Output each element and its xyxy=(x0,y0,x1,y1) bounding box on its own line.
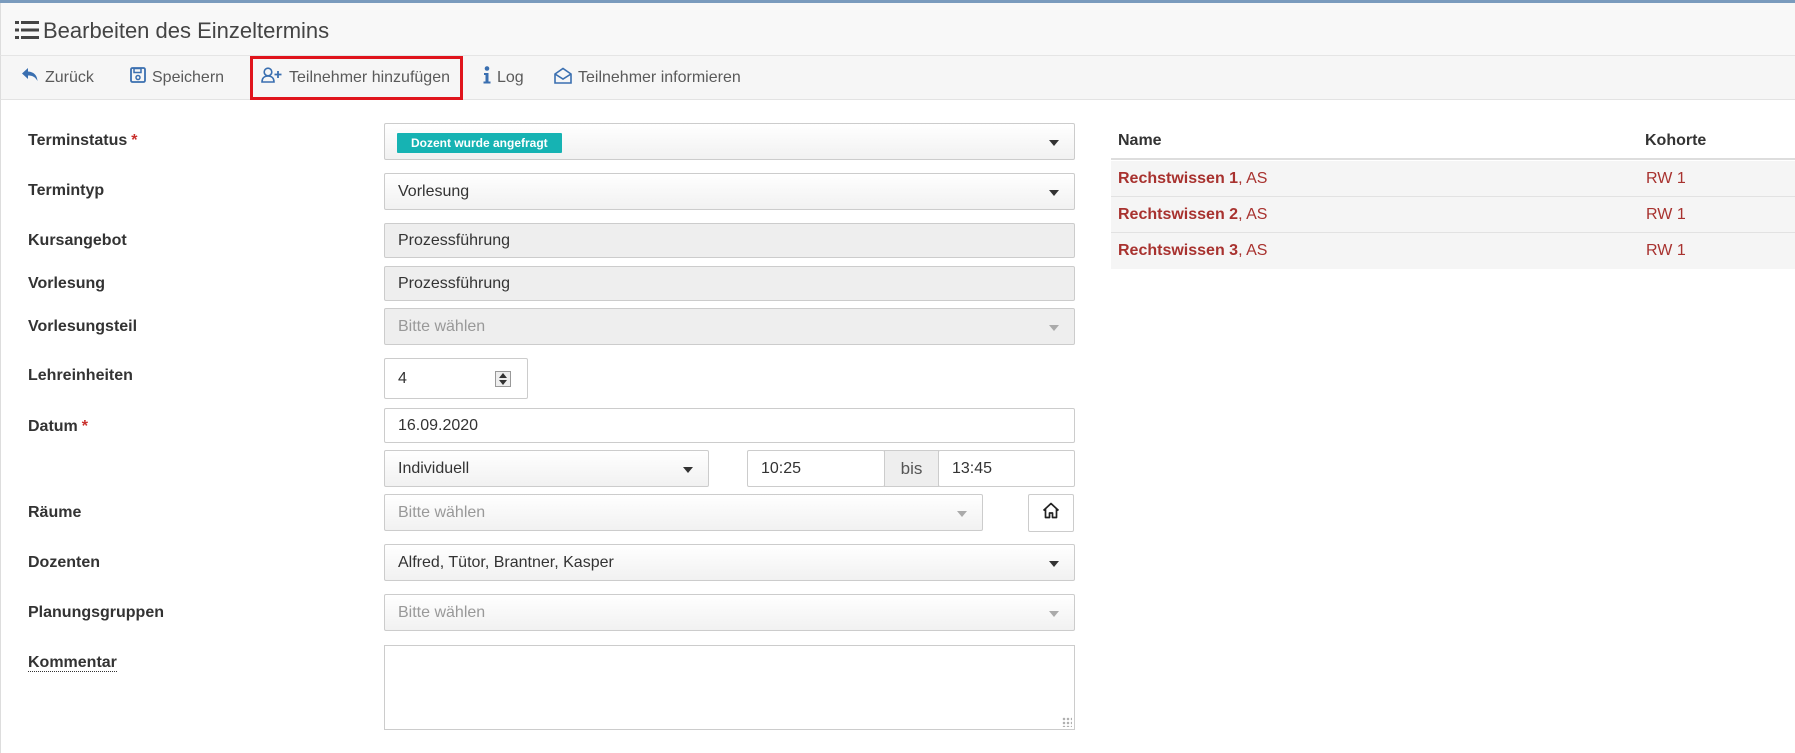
time-from-input[interactable]: 10:25 xyxy=(747,450,885,487)
vorlesungsteil-select: Bitte wählen xyxy=(384,308,1075,345)
chevron-down-icon xyxy=(683,467,693,473)
highlight-box xyxy=(250,56,463,100)
info-icon xyxy=(483,66,491,89)
terminstatus-label: Terminstatus * xyxy=(28,132,138,149)
resize-handle-icon[interactable] xyxy=(1062,717,1072,727)
time-to-value: 13:45 xyxy=(952,460,993,477)
save-button[interactable]: Speichern xyxy=(130,56,224,99)
spinner-arrows-icon[interactable] xyxy=(495,371,511,387)
planungsgruppen-label: Planungsgruppen xyxy=(28,604,164,621)
lehreinheiten-value: 4 xyxy=(398,370,407,387)
datum-label: Datum * xyxy=(28,418,89,435)
chevron-down-icon xyxy=(1049,190,1059,196)
kommentar-textarea[interactable] xyxy=(384,645,1075,730)
inform-label: Teilnehmer informieren xyxy=(578,68,741,86)
time-separator: bis xyxy=(884,450,939,487)
back-label: Zurück xyxy=(45,68,94,86)
time-from-value: 10:25 xyxy=(761,460,802,477)
inform-participants-button[interactable]: Teilnehmer informieren xyxy=(554,56,741,99)
termintyp-select[interactable]: Vorlesung xyxy=(384,173,1075,210)
kursangebot-label: Kursangebot xyxy=(28,232,127,249)
page-title: Bearbeiten des Einzeltermins xyxy=(43,18,330,43)
envelope-open-icon xyxy=(554,67,572,89)
list-icon xyxy=(15,20,39,45)
lehreinheiten-stepper[interactable]: 4 xyxy=(384,358,528,399)
table-row: Rechstwissen 1, AS RW 1 xyxy=(1111,161,1795,197)
time-mode-value: Individuell xyxy=(398,460,470,477)
kommentar-label: Kommentar xyxy=(28,654,117,672)
kursangebot-field: Prozessführung xyxy=(384,223,1075,258)
terminstatus-select[interactable]: Dozent wurde angefragt xyxy=(384,123,1075,160)
planungsgruppen-placeholder: Bitte wählen xyxy=(398,604,486,621)
vorlesung-label: Vorlesung xyxy=(28,275,106,292)
raeume-placeholder: Bitte wählen xyxy=(398,504,486,521)
back-button[interactable]: Zurück xyxy=(21,56,94,99)
chevron-down-icon xyxy=(1049,325,1059,331)
participants-table-header: Name Kohorte xyxy=(1111,124,1795,160)
dozenten-label: Dozenten xyxy=(28,554,100,571)
vorlesung-value: Prozessführung xyxy=(398,275,511,292)
log-button[interactable]: Log xyxy=(483,56,524,99)
lehreinheiten-label: Lehreinheiten xyxy=(28,367,133,384)
chevron-down-icon xyxy=(1049,611,1059,617)
chevron-down-icon xyxy=(1049,140,1059,146)
vorlesungsteil-placeholder: Bitte wählen xyxy=(398,318,486,335)
vorlesungsteil-label: Vorlesungsteil xyxy=(28,318,138,335)
room-home-button[interactable] xyxy=(1028,494,1074,532)
termintyp-value: Vorlesung xyxy=(398,183,470,200)
reply-arrow-icon xyxy=(21,67,39,88)
chevron-down-icon xyxy=(1049,561,1059,567)
column-header-kohorte: Kohorte xyxy=(1645,132,1707,149)
termintyp-label: Termintyp xyxy=(28,182,105,199)
log-label: Log xyxy=(497,68,524,86)
home-icon xyxy=(1042,502,1060,524)
raeume-select[interactable]: Bitte wählen xyxy=(384,494,983,531)
left-border xyxy=(0,100,1,753)
dozenten-select[interactable]: Alfred, Tütor, Brantner, Kasper xyxy=(384,544,1075,581)
dozenten-value: Alfred, Tütor, Brantner, Kasper xyxy=(398,554,614,571)
page-header: Bearbeiten des Einzeltermins xyxy=(0,3,1795,56)
cohort-link[interactable]: RW 1 xyxy=(1646,206,1686,224)
participant-name-link[interactable]: Rechtswissen 3, AS xyxy=(1118,242,1267,260)
datum-value: 16.09.2020 xyxy=(398,417,479,434)
time-to-input[interactable]: 13:45 xyxy=(938,450,1075,487)
participant-name-link[interactable]: Rechtswissen 2, AS xyxy=(1118,206,1267,224)
vorlesung-field: Prozessführung xyxy=(384,266,1075,301)
planungsgruppen-select[interactable]: Bitte wählen xyxy=(384,594,1075,631)
participant-name-link[interactable]: Rechstwissen 1, AS xyxy=(1118,170,1267,188)
kursangebot-value: Prozessführung xyxy=(398,232,511,249)
table-row: Rechtswissen 2, AS RW 1 xyxy=(1111,197,1795,233)
cohort-link[interactable]: RW 1 xyxy=(1646,170,1686,188)
raeume-label: Räume xyxy=(28,504,82,521)
column-header-name: Name xyxy=(1118,132,1162,149)
cohort-link[interactable]: RW 1 xyxy=(1646,242,1686,260)
table-row: Rechtswissen 3, AS RW 1 xyxy=(1111,233,1795,269)
time-mode-select[interactable]: Individuell xyxy=(384,450,709,487)
save-label: Speichern xyxy=(152,68,225,86)
datum-input[interactable]: 16.09.2020 xyxy=(384,408,1075,443)
floppy-disk-icon xyxy=(130,67,146,88)
chevron-down-icon xyxy=(957,511,967,517)
status-badge: Dozent wurde angefragt xyxy=(397,133,562,153)
